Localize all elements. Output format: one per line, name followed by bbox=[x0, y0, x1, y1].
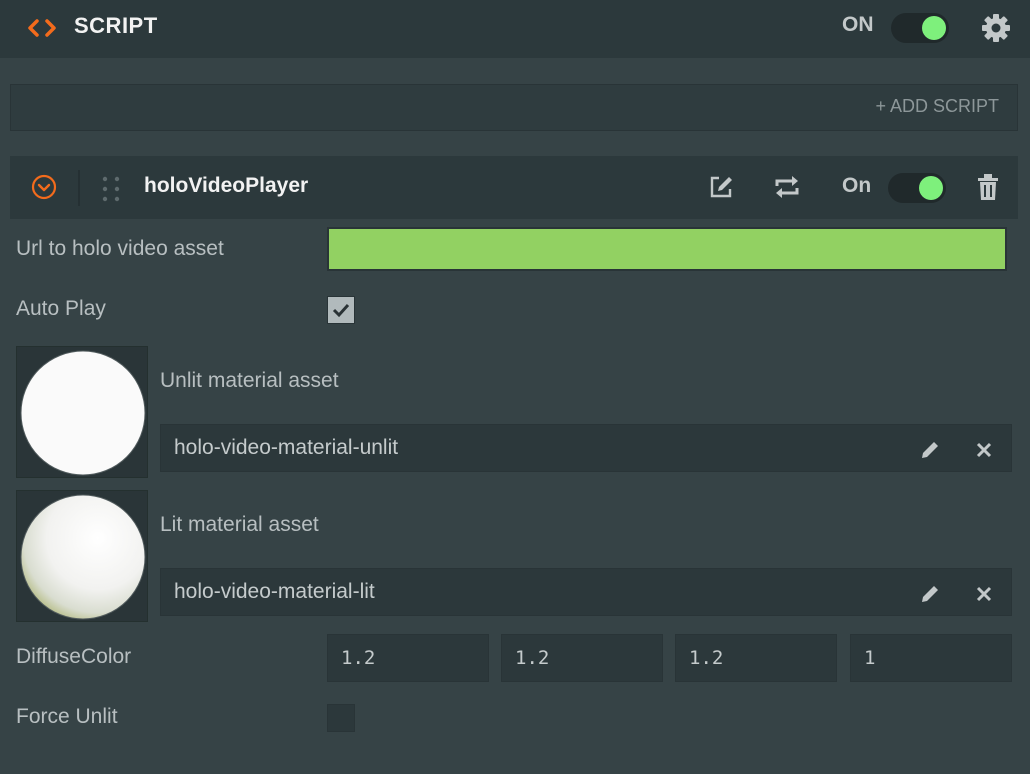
unlit-sphere-preview bbox=[20, 350, 146, 476]
diffuse-a-value: 1 bbox=[864, 647, 876, 669]
auto-play-label: Auto Play bbox=[16, 297, 106, 320]
panel-toggle-label: ON bbox=[842, 13, 874, 36]
drag-handle-icon[interactable] bbox=[100, 175, 124, 203]
panel-header: SCRIPT ON bbox=[0, 0, 1030, 58]
gear-icon[interactable] bbox=[980, 12, 1012, 44]
url-label: Url to holo video asset bbox=[16, 237, 224, 260]
unlit-material-label: Unlit material asset bbox=[160, 369, 339, 392]
toggle-knob bbox=[919, 176, 943, 200]
add-script-bar: + ADD SCRIPT bbox=[10, 84, 1018, 131]
toggle-knob bbox=[922, 16, 946, 40]
unlit-material-value: holo-video-material-unlit bbox=[174, 436, 399, 459]
script-toggle-label: On bbox=[842, 174, 872, 197]
unlit-material-field[interactable]: holo-video-material-unlit bbox=[160, 424, 1012, 472]
url-asset-field[interactable] bbox=[327, 227, 1007, 271]
panel-enable-toggle[interactable] bbox=[891, 13, 949, 43]
lit-material-value: holo-video-material-lit bbox=[174, 580, 375, 603]
diffuse-g-value: 1.2 bbox=[515, 647, 550, 669]
diffuse-g-input[interactable]: 1.2 bbox=[501, 634, 663, 682]
close-icon[interactable] bbox=[974, 584, 994, 604]
panel-title: SCRIPT bbox=[74, 13, 158, 38]
diffuse-r-value: 1.2 bbox=[341, 647, 376, 669]
checkmark-icon bbox=[332, 303, 350, 318]
header-separator bbox=[78, 170, 80, 206]
close-icon[interactable] bbox=[974, 440, 994, 460]
diffuse-a-input[interactable]: 1 bbox=[850, 634, 1012, 682]
diffuse-r-input[interactable]: 1.2 bbox=[327, 634, 489, 682]
diffuse-b-value: 1.2 bbox=[689, 647, 724, 669]
script-name: holoVideoPlayer bbox=[144, 174, 309, 197]
lit-material-label: Lit material asset bbox=[160, 513, 319, 536]
lit-sphere-preview bbox=[20, 494, 146, 620]
lit-material-thumbnail[interactable] bbox=[16, 490, 148, 622]
diffuse-color-label: DiffuseColor bbox=[16, 645, 132, 668]
unlit-material-thumbnail[interactable] bbox=[16, 346, 148, 478]
code-brackets-icon bbox=[28, 19, 56, 37]
edit-icon[interactable] bbox=[706, 172, 736, 202]
collapse-arrow-icon[interactable] bbox=[31, 174, 57, 200]
script-component-header: holoVideoPlayer On bbox=[10, 156, 1018, 219]
pencil-icon[interactable] bbox=[919, 439, 941, 461]
force-unlit-checkbox[interactable] bbox=[327, 704, 355, 732]
trash-icon[interactable] bbox=[974, 172, 1002, 202]
diffuse-b-input[interactable]: 1.2 bbox=[675, 634, 837, 682]
auto-play-checkbox[interactable] bbox=[327, 296, 355, 324]
script-enable-toggle[interactable] bbox=[888, 173, 946, 203]
swap-icon[interactable] bbox=[772, 172, 802, 202]
lit-material-field[interactable]: holo-video-material-lit bbox=[160, 568, 1012, 616]
pencil-icon[interactable] bbox=[919, 583, 941, 605]
add-script-button[interactable]: + ADD SCRIPT bbox=[875, 96, 999, 117]
force-unlit-label: Force Unlit bbox=[16, 705, 118, 728]
